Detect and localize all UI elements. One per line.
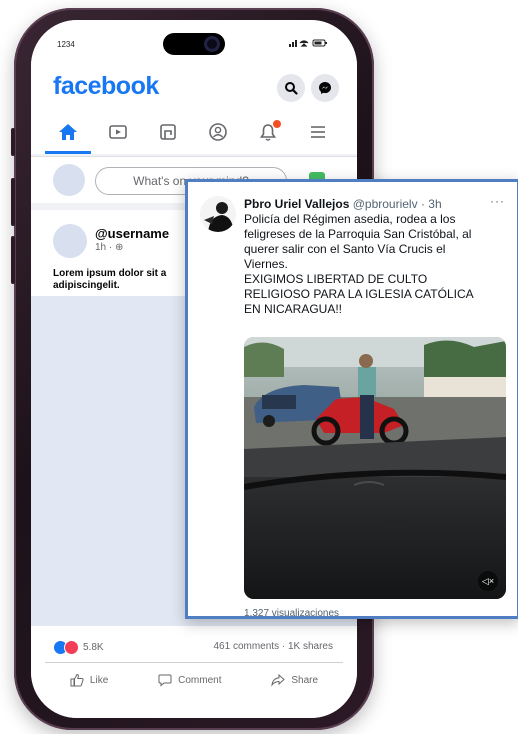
- comment-icon: [158, 674, 172, 687]
- nav-menu[interactable]: [306, 120, 330, 144]
- facebook-header: facebook: [31, 66, 357, 112]
- marketplace-icon: [160, 124, 176, 140]
- notification-badge: [272, 119, 282, 129]
- tweet-avatar[interactable]: [200, 196, 236, 232]
- tweet-text: Policía del Régimen asedia, rodea a los …: [244, 212, 506, 317]
- home-icon: [59, 124, 77, 140]
- tweet-text-line: querer salir con el Santo Vía Crucis el: [244, 242, 446, 256]
- share-label: Share: [291, 674, 319, 686]
- reactions-count: 5.8K: [83, 642, 104, 653]
- tweet-time[interactable]: · 3h: [421, 197, 442, 211]
- composer-avatar: [53, 164, 85, 196]
- messenger-icon: [319, 82, 331, 94]
- nav-home[interactable]: [56, 120, 80, 144]
- nav-notifications[interactable]: [256, 119, 282, 144]
- search-button[interactable]: [277, 74, 305, 102]
- tweet-card: Pbro Uriel Vallejos @pbrourielv · 3h ···…: [185, 179, 518, 619]
- facebook-logo[interactable]: facebook: [53, 72, 159, 101]
- camera-icon: [204, 36, 220, 52]
- status-icons: [289, 38, 329, 50]
- status-time: 1234: [57, 40, 75, 49]
- messenger-button[interactable]: [311, 74, 339, 102]
- tweet-video[interactable]: ◁×: [244, 337, 506, 599]
- profile-icon: [209, 123, 227, 141]
- comment-label: Comment: [178, 674, 222, 686]
- tweet-text-line: RELIGIOSO PARA LA IGLESIA CATÓLICA: [244, 287, 474, 301]
- phone-volume-up: [11, 178, 15, 226]
- wifi-icon: [299, 40, 309, 47]
- status-bar: 1234: [31, 20, 357, 66]
- tweet-author-name[interactable]: Pbro Uriel Vallejos: [244, 197, 349, 211]
- love-reaction-icon: [64, 640, 79, 655]
- tweet-views: 1.327 visualizaciones: [244, 608, 340, 619]
- tweet-text-line: EXIGIMOS LIBERTAD DE CULTO: [244, 272, 428, 286]
- post-time: 1h ·: [95, 242, 116, 253]
- post-username[interactable]: @username: [95, 226, 169, 241]
- globe-icon: ⊕: [115, 242, 124, 253]
- phone-mute-switch: [11, 128, 15, 156]
- post-actions: Like Comment Share: [45, 662, 343, 697]
- tweet-author-handle[interactable]: @pbrourielv: [353, 197, 418, 211]
- tweet-header: Pbro Uriel Vallejos @pbrourielv · 3h: [244, 197, 442, 211]
- nav-marketplace[interactable]: [156, 120, 180, 144]
- tweet-text-line: feligreses de la Parroquia San Cristóbal…: [244, 227, 472, 241]
- post-text: Lorem ipsum dolor sit a adipiscingelit.: [53, 268, 167, 291]
- share-button[interactable]: Share: [271, 673, 318, 687]
- nav-profile[interactable]: [206, 120, 230, 144]
- facebook-nav: [31, 112, 357, 154]
- post-avatar[interactable]: [53, 224, 87, 258]
- like-button[interactable]: Like: [70, 673, 108, 687]
- video-frame: [244, 337, 506, 599]
- comment-button[interactable]: Comment: [158, 673, 222, 687]
- thumbs-up-icon: [70, 673, 84, 687]
- post-meta: 1h · ⊕: [95, 242, 123, 253]
- tweet-text-line: EN NICARAGUA!!: [244, 302, 343, 316]
- mute-icon[interactable]: ◁×: [478, 571, 498, 591]
- watch-icon: [109, 125, 127, 139]
- like-label: Like: [89, 674, 109, 686]
- phone-volume-down: [11, 236, 15, 284]
- signal-icon: [289, 40, 297, 47]
- menu-icon: [311, 126, 325, 138]
- tweet-text-line: Viernes.: [244, 257, 288, 271]
- search-icon: [285, 82, 298, 95]
- more-options-icon[interactable]: ···: [490, 194, 505, 208]
- tweet-text-line: Policía del Régimen asedia, rodea a los: [244, 212, 456, 226]
- share-icon: [271, 673, 286, 687]
- nav-watch[interactable]: [106, 120, 130, 144]
- battery-icon: [312, 39, 327, 47]
- reactions-summary[interactable]: 5.8K: [53, 640, 104, 655]
- nav-active-indicator: [45, 151, 91, 154]
- comments-shares-count[interactable]: 461 comments · 1K shares: [214, 641, 334, 652]
